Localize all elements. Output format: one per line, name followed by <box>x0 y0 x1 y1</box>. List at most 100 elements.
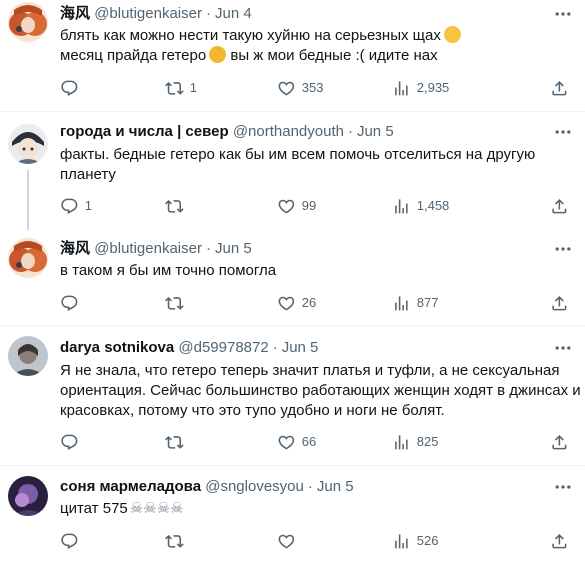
more-button[interactable] <box>553 4 573 24</box>
views-icon <box>392 197 411 216</box>
tweet-date[interactable]: Jun 4 <box>215 5 252 22</box>
like-button[interactable]: 99 <box>277 196 316 216</box>
separator-dot: · <box>205 240 211 257</box>
reply-icon <box>60 433 79 452</box>
views-button[interactable]: 2,935 <box>392 78 449 98</box>
tweet-text-line: блять как можно нести такую хуйню на сер… <box>60 26 575 46</box>
share-button[interactable] <box>550 196 569 216</box>
reply-button[interactable] <box>60 78 85 98</box>
separator-dot: · <box>205 5 211 22</box>
like-icon <box>277 294 296 313</box>
user-handle[interactable]: @snglovesyou <box>205 478 304 495</box>
retweet-icon <box>165 79 184 98</box>
retweet-button[interactable] <box>165 531 190 551</box>
pleading-face-icon <box>209 46 227 63</box>
tweet-text: Я не знала, что гетеро теперь значит пла… <box>60 361 581 421</box>
like-button[interactable]: 66 <box>277 432 316 452</box>
like-button[interactable]: 353 <box>277 78 323 98</box>
views-button[interactable]: 1,458 <box>392 196 449 216</box>
tweet-date[interactable]: Jun 5 <box>282 339 319 356</box>
avatar[interactable] <box>8 476 48 516</box>
more-icon <box>553 122 573 142</box>
views-icon <box>392 532 411 551</box>
user-handle[interactable]: @blutigenkaiser <box>94 240 202 257</box>
user-handle[interactable]: @blutigenkaiser <box>94 5 202 22</box>
user-handle[interactable]: @northandyouth <box>233 123 344 140</box>
reply-icon <box>60 294 79 313</box>
display-name[interactable]: 海风 <box>60 5 90 22</box>
tweet-text: факты. бедные гетеро как бы им всем помо… <box>60 145 575 185</box>
reply-button[interactable] <box>60 432 85 452</box>
reply-button[interactable] <box>60 531 85 551</box>
share-button[interactable] <box>550 78 569 98</box>
like-button[interactable]: 26 <box>277 293 316 313</box>
tweet-actions: 26 877 <box>52 293 572 313</box>
tweet[interactable]: соня мармеладова @snglovesyou · Jun 5 цита… <box>0 466 585 563</box>
tweet[interactable]: 海风 @blutigenkaiser · Jun 5 в таком я бы им… <box>0 230 585 326</box>
reply-button[interactable]: 1 <box>60 196 92 216</box>
views-button[interactable]: 825 <box>392 432 438 452</box>
tweet-text-line: факты. бедные гетеро как бы им всем помо… <box>60 146 536 163</box>
more-button[interactable] <box>553 338 573 358</box>
retweet-button[interactable] <box>165 196 190 216</box>
tweet-text-line: в таком я бы им точно помогла <box>60 262 277 279</box>
skull-and-crossbones-icon: ☠☠☠☠ <box>129 500 184 517</box>
like-icon <box>277 79 296 98</box>
tweet[interactable]: города и числа | север @northandyouth · Ju… <box>0 112 585 230</box>
retweet-icon <box>165 197 184 216</box>
retweet-icon <box>165 294 184 313</box>
share-button[interactable] <box>550 293 569 313</box>
views-button[interactable]: 526 <box>392 531 438 551</box>
tweet-date[interactable]: Jun 5 <box>357 123 394 140</box>
more-button[interactable] <box>553 122 573 142</box>
display-name[interactable]: соня мармеладова <box>60 478 201 495</box>
views-button[interactable]: 877 <box>392 293 438 313</box>
tweet-date[interactable]: Jun 5 <box>215 240 252 257</box>
like-count: 99 <box>301 198 317 213</box>
user-handle[interactable]: @d59978872 <box>178 339 268 356</box>
tweet-header: города и числа | север @northandyouth · Ju… <box>60 122 394 142</box>
tweet-header: 海风 @blutigenkaiser · Jun 5 <box>60 239 252 259</box>
views-icon <box>392 79 411 98</box>
avatar[interactable] <box>8 2 48 42</box>
tweet-text-line: красовках, потому что это тупо удобно и … <box>60 402 445 419</box>
tweet-actions: 1 353 2,935 <box>52 78 572 98</box>
share-button[interactable] <box>550 432 569 452</box>
avatar[interactable] <box>8 238 48 278</box>
tweet-actions: 1 99 1,458 <box>52 196 572 216</box>
tweet-actions: 66 825 <box>52 432 572 452</box>
retweet-button[interactable] <box>165 432 190 452</box>
loudly-crying-face-icon <box>443 26 461 43</box>
tweet[interactable]: darya sotnikova @d59978872 · Jun 5 Я не зн… <box>0 326 585 466</box>
display-name[interactable]: города и числа | север <box>60 123 229 140</box>
share-icon <box>550 532 569 551</box>
reply-button[interactable] <box>60 293 85 313</box>
view-count: 1,458 <box>416 198 450 213</box>
separator-dot: · <box>347 123 353 140</box>
thread-line <box>27 170 29 230</box>
avatar[interactable] <box>8 336 48 376</box>
more-button[interactable] <box>553 477 573 497</box>
tweet-header: darya sotnikova @d59978872 · Jun 5 <box>60 338 318 358</box>
tweet-header: соня мармеладова @snglovesyou · Jun 5 <box>60 477 354 497</box>
share-icon <box>550 433 569 452</box>
display-name[interactable]: darya sotnikova <box>60 339 174 356</box>
retweet-icon <box>165 532 184 551</box>
tweet-text-line: месяц прайда гетеро вы ж мои бедные :( и… <box>60 46 438 64</box>
reply-icon <box>60 79 79 98</box>
tweet-date[interactable]: Jun 5 <box>317 478 354 495</box>
share-icon <box>550 197 569 216</box>
like-count: 66 <box>301 434 317 449</box>
like-count: 26 <box>301 295 317 310</box>
tweet[interactable]: 海风 @blutigenkaiser · Jun 4 блять как можно… <box>0 0 585 112</box>
share-button[interactable] <box>550 531 569 551</box>
display-name[interactable]: 海风 <box>60 240 90 257</box>
retweet-button[interactable]: 1 <box>165 78 197 98</box>
more-button[interactable] <box>553 239 573 259</box>
view-count: 526 <box>416 533 439 548</box>
retweet-button[interactable] <box>165 293 190 313</box>
share-icon <box>550 79 569 98</box>
avatar[interactable] <box>8 124 48 164</box>
like-button[interactable] <box>277 531 302 551</box>
tweet-text-line: цитат 575 ☠☠☠☠ <box>60 500 184 517</box>
